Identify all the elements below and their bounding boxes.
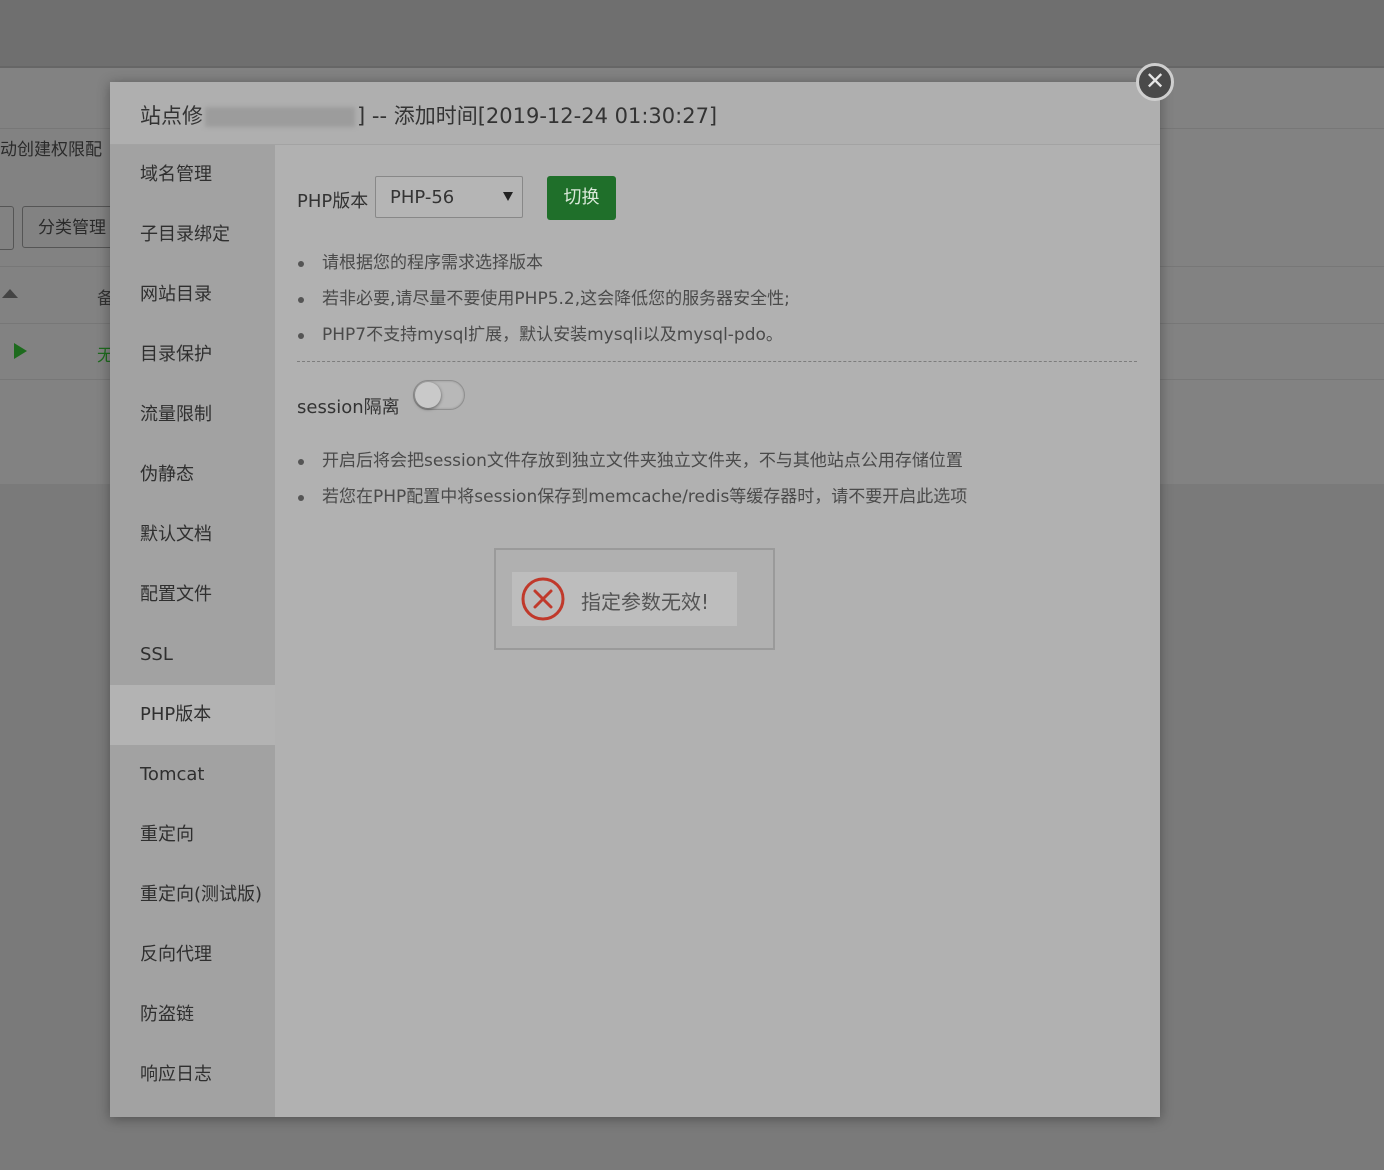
sidebar-item-site-directory[interactable]: 网站目录	[110, 265, 275, 325]
toast-body: 指定参数无效!	[512, 572, 737, 626]
background-toolbar-label: 动创建权限配	[0, 140, 102, 160]
list-item: 若非必要,请尽量不要使用PHP5.2,这会降低您的服务器安全性;	[297, 281, 790, 317]
sidebar-item-traffic-limit[interactable]: 流量限制	[110, 385, 275, 445]
toggle-knob	[415, 382, 441, 408]
list-item: 若您在PHP配置中将session保存到memcache/redis等缓存器时，…	[297, 479, 967, 515]
switch-button[interactable]: 切换	[547, 176, 616, 220]
sidebar-item-reverse-proxy[interactable]: 反向代理	[110, 925, 275, 985]
modal-header: 站点修 ] -- 添加时间[2019-12-24 01:30:27]	[110, 82, 1160, 145]
background-topbar	[0, 0, 1384, 68]
sidebar-item-directory-protection[interactable]: 目录保护	[110, 325, 275, 385]
play-icon	[14, 343, 27, 359]
sidebar-item-config-file[interactable]: 配置文件	[110, 565, 275, 625]
modal-title: 站点修 ] -- 添加时间[2019-12-24 01:30:27]	[140, 100, 717, 130]
sidebar-item-subdir-binding[interactable]: 子目录绑定	[110, 205, 275, 265]
session-isolation-label: session隔离	[297, 397, 400, 418]
list-item: 请根据您的程序需求选择版本	[297, 245, 790, 281]
php-version-selected: PHP-56	[390, 187, 455, 208]
modal-title-prefix: 站点修	[140, 104, 203, 128]
session-tips-list: 开启后将会把session文件存放到独立文件夹独立文件夹，不与其他站点公用存储位…	[297, 443, 967, 515]
sidebar-item-php-version[interactable]: PHP版本	[110, 685, 275, 745]
redacted-site-name	[205, 107, 355, 127]
dropdown-arrow-icon	[503, 192, 513, 201]
error-x-circle-icon	[521, 577, 565, 621]
toast-message: 指定参数无效!	[581, 590, 710, 614]
sidebar-item-default-document[interactable]: 默认文档	[110, 505, 275, 565]
php-version-label: PHP版本	[297, 191, 369, 212]
sidebar-item-redirect[interactable]: 重定向	[110, 805, 275, 865]
sidebar-item-rewrite[interactable]: 伪静态	[110, 445, 275, 505]
background-button	[0, 206, 14, 250]
sidebar-item-response-log[interactable]: 响应日志	[110, 1045, 275, 1105]
sort-up-icon	[2, 289, 18, 298]
error-toast: 指定参数无效!	[494, 548, 775, 650]
sidebar-item-ssl[interactable]: SSL	[110, 625, 275, 685]
modal-title-suffix: ] -- 添加时间[2019-12-24 01:30:27]	[357, 104, 718, 128]
dashed-divider	[297, 361, 1137, 362]
sidebar-item-domain[interactable]: 域名管理	[110, 145, 275, 205]
settings-sidebar: 域名管理 子目录绑定 网站目录 目录保护 流量限制 伪静态 默认文档 配置文件 …	[110, 145, 275, 1117]
sidebar-item-redirect-beta[interactable]: 重定向(测试版)	[110, 865, 275, 925]
php-tips-list: 请根据您的程序需求选择版本 若非必要,请尽量不要使用PHP5.2,这会降低您的服…	[297, 245, 790, 353]
php-version-select[interactable]: PHP-56	[375, 176, 523, 218]
close-icon[interactable]: ✕	[1136, 63, 1174, 101]
sidebar-item-hotlink-protection[interactable]: 防盗链	[110, 985, 275, 1045]
session-isolation-toggle[interactable]	[413, 380, 465, 410]
sidebar-item-tomcat[interactable]: Tomcat	[110, 745, 275, 805]
list-item: PHP7不支持mysql扩展，默认安装mysqli以及mysql-pdo。	[297, 317, 790, 353]
list-item: 开启后将会把session文件存放到独立文件夹独立文件夹，不与其他站点公用存储位…	[297, 443, 967, 479]
